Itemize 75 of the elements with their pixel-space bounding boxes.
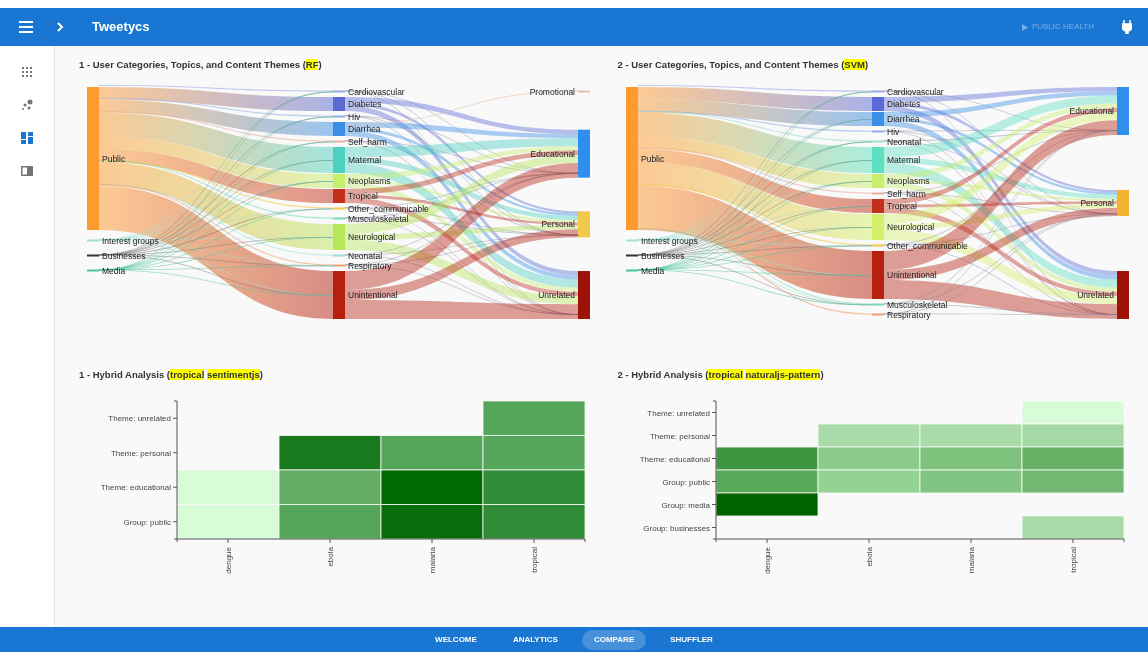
node-label: Unintentional (348, 290, 398, 300)
dashboard-icon (21, 132, 33, 144)
node-label: Businesses (640, 250, 684, 261)
node-label: Interest groups (640, 235, 698, 246)
axis-label: Theme: unrelated (108, 413, 171, 423)
node-label: Media (102, 265, 126, 276)
axis-label: dengue (224, 546, 233, 574)
node-label: Respiratory (348, 260, 392, 271)
nav-tab[interactable]: COMPARE (581, 629, 647, 650)
node-label: Neoplasms (886, 176, 930, 186)
node-label: Unintentional (886, 270, 937, 280)
axis-label: Group: businesses (642, 523, 710, 532)
app-title: Tweetycs (92, 18, 150, 37)
axis-label: Group: public (123, 517, 171, 527)
node-label: Promotional (529, 86, 575, 97)
axis-label: Group: public (661, 477, 710, 486)
node-label: Maternal (886, 155, 920, 165)
node-label: Other_communicable (886, 240, 968, 251)
node-label: Neurological (348, 232, 396, 242)
node-label: Neurological (886, 222, 934, 232)
plug-icon (1122, 20, 1132, 34)
node-label: Tropical (886, 201, 917, 211)
node-label: Maternal (348, 155, 382, 165)
axis-label: Theme: unrelated (646, 408, 710, 417)
axis-label: Group: media (661, 500, 710, 509)
node-label: Hiv (886, 126, 899, 137)
chevron-icon (56, 22, 64, 32)
panel-icon (21, 165, 33, 177)
node-label: Tropical (348, 191, 378, 201)
axis-label: dengue (762, 546, 772, 574)
axis-label: malaria (966, 546, 976, 573)
node-label: Diabetes (886, 99, 921, 109)
nav-tab[interactable]: WELCOME (423, 629, 489, 650)
node-label: Unrelated (538, 290, 575, 300)
scatter-icon (21, 99, 33, 111)
axis-label: ebola (326, 546, 335, 567)
menu-icon (19, 21, 33, 33)
node-label: Neonatal (348, 250, 383, 261)
play-icon (1021, 23, 1028, 31)
node-label: Self_harm (348, 136, 387, 147)
node-label: Unrelated (1076, 290, 1114, 300)
nav-tab[interactable]: ANALYTICS (500, 629, 570, 650)
node-label: Businesses (102, 250, 146, 261)
node-label: Other_communicable (348, 203, 429, 214)
node-label: Neoplasms (348, 176, 391, 186)
node-label: Media (640, 265, 664, 276)
node-label: Educational (530, 148, 575, 159)
node-label: Hiv (348, 111, 361, 122)
grid-icon (21, 66, 33, 78)
node-label: Public (640, 153, 664, 164)
node-label: Personal (1079, 198, 1114, 208)
node-label: Musculoskeletal (886, 299, 947, 310)
axis-label: Theme: educational (639, 454, 710, 463)
nav-tab[interactable]: SHUFFLER (658, 629, 725, 650)
node-label: Diarrhea (348, 124, 381, 134)
node-label: Neonatal (886, 136, 921, 147)
node-label: Diarrhea (886, 114, 920, 124)
axis-label: Theme: personal (649, 431, 710, 440)
node-label: Musculoskeletal (348, 213, 409, 224)
axis-label: tropical (1068, 546, 1078, 573)
node-label: Diabetes (348, 99, 382, 109)
node-label: Interest groups (102, 235, 159, 246)
node-label: Cardiovascular (886, 86, 944, 97)
axis-label: tropical (530, 546, 539, 573)
axis-label: ebola (864, 546, 874, 567)
node-label: Respiratory (886, 309, 930, 320)
node-label: Personal (541, 219, 575, 230)
node-label: Cardiovascular (348, 86, 405, 97)
axis-label: Theme: educational (100, 482, 171, 492)
axis-label: Theme: personal (110, 448, 171, 458)
section-title: 2 - User Categories, Topics, and Content Themes (SVM) (617, 58, 870, 72)
axis-label: malaria (428, 546, 437, 573)
node-label: Public (102, 153, 126, 164)
node-label: Educational (1069, 106, 1114, 116)
node-label: Self_harm (886, 188, 926, 199)
